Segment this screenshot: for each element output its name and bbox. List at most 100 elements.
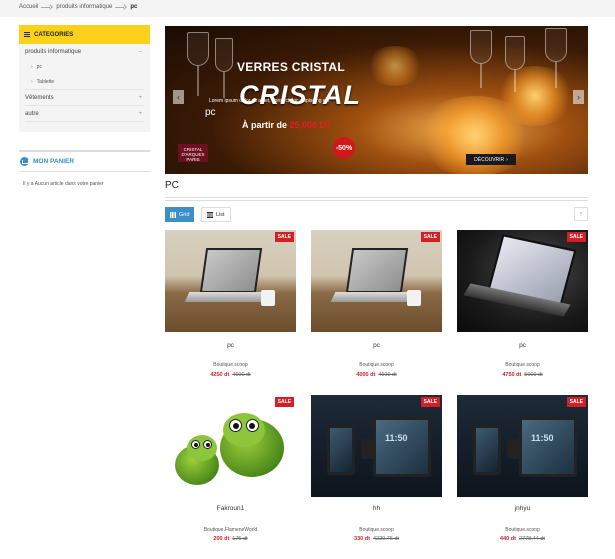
sale-badge: SALE bbox=[274, 232, 294, 242]
grid-icon bbox=[170, 211, 176, 218]
sale-badge: SALE bbox=[274, 397, 294, 407]
list-view-button[interactable]: List bbox=[201, 207, 231, 222]
product-card[interactable]: SALE Fakroun1 Boutique.FlameneWorld 200 … bbox=[165, 395, 296, 542]
product-card[interactable]: SALE pc Boutique.scoop 4000 dt 4600 dt bbox=[311, 230, 442, 378]
cart-empty-message: Il y a Aucun article dans votre panier bbox=[23, 181, 104, 187]
category-label[interactable]: produits informatique bbox=[25, 49, 81, 55]
slide-subtitle: Lorem ipsum dolor sit amet, consectetur … bbox=[209, 98, 330, 104]
breadcrumb: Accueil produits informatique pc bbox=[19, 4, 137, 10]
product-image[interactable]: 11:50 SALE bbox=[457, 395, 588, 497]
product-price: 4250 dt 4600 dt bbox=[165, 372, 296, 378]
grid-view-button[interactable]: Grid bbox=[165, 207, 195, 222]
cart-icon bbox=[20, 157, 29, 166]
brand-logo: CRISTAL D'ARQUES PARIS bbox=[178, 144, 208, 162]
banner-price: À partir de 25,000 DT bbox=[242, 120, 332, 130]
page-title: PC bbox=[165, 180, 179, 191]
product-image[interactable]: SALE bbox=[457, 230, 588, 332]
subcategory-item-pc[interactable]: pc bbox=[25, 60, 144, 75]
discover-button[interactable]: DÉCOUVRIR › bbox=[466, 154, 516, 165]
old-price: 4600 dt bbox=[378, 372, 397, 378]
old-price: 5000 dt bbox=[524, 372, 543, 378]
banner-price-value: 25,000 DT bbox=[289, 120, 332, 130]
product-name[interactable]: pc bbox=[165, 342, 296, 349]
category-label[interactable]: Vêtements bbox=[25, 95, 54, 101]
product-price: 330 dt 4220.76 dt bbox=[311, 536, 442, 542]
discount-badge: -50% bbox=[333, 137, 355, 159]
divider bbox=[165, 200, 588, 201]
old-price: 2778.44 dt bbox=[518, 536, 545, 542]
current-price: 4000 dt bbox=[356, 372, 376, 378]
category-item-informatique[interactable]: produits informatique – bbox=[25, 44, 144, 60]
product-shop[interactable]: Boutique.scoop bbox=[165, 362, 296, 368]
old-price: 4220.76 dt bbox=[372, 536, 399, 542]
current-price: 200 dt bbox=[213, 536, 230, 542]
product-name[interactable]: pc bbox=[311, 342, 442, 349]
divider bbox=[165, 197, 588, 198]
sale-badge: SALE bbox=[420, 397, 440, 407]
categories-header: CATEGORIES bbox=[19, 25, 150, 44]
old-price: 175 dt bbox=[232, 536, 248, 542]
chevron-right-icon bbox=[41, 5, 53, 10]
arrow-up-icon[interactable]: ↑ bbox=[574, 207, 588, 221]
category-label[interactable]: autre bbox=[25, 111, 39, 117]
product-name[interactable]: Fakroun1 bbox=[165, 505, 296, 512]
category-item-vetements[interactable]: Vêtements + bbox=[25, 90, 144, 106]
product-image[interactable]: SALE bbox=[165, 395, 296, 497]
sale-badge: SALE bbox=[566, 232, 586, 242]
product-price: 200 dt 175 dt bbox=[165, 536, 296, 542]
product-price: 4000 dt 4600 dt bbox=[311, 372, 442, 378]
product-shop[interactable]: Boutique.scoop bbox=[311, 362, 442, 368]
sale-badge: SALE bbox=[566, 397, 586, 407]
grid-label[interactable]: Grid bbox=[179, 212, 189, 218]
product-name[interactable]: jnhyu bbox=[457, 505, 588, 512]
cart-title[interactable]: MON PANIER bbox=[33, 158, 74, 165]
categories-panel: CATEGORIES produits informatique – pc Ta… bbox=[19, 25, 150, 132]
product-shop[interactable]: Boutique.scoop bbox=[457, 527, 588, 533]
breadcrumb-category[interactable]: produits informatique bbox=[56, 4, 112, 10]
product-card[interactable]: 11:50 SALE jnhyu Boutique.scoop 440 dt 27… bbox=[457, 395, 588, 542]
list-label[interactable]: List bbox=[216, 212, 225, 218]
product-shop[interactable]: Boutique.scoop bbox=[457, 362, 588, 368]
product-name[interactable]: pc bbox=[457, 342, 588, 349]
cart-header[interactable]: MON PANIER bbox=[19, 150, 150, 172]
product-shop[interactable]: Boutique.FlameneWorld bbox=[165, 527, 296, 533]
product-card[interactable]: 11:50 SALE hh Boutique.scoop 330 dt 4220.… bbox=[311, 395, 442, 542]
menu-icon bbox=[24, 32, 30, 37]
breadcrumb-bar: Accueil produits informatique pc bbox=[0, 0, 615, 17]
expand-icon[interactable]: + bbox=[138, 90, 142, 106]
categories-title: CATEGORIES bbox=[34, 31, 74, 38]
collapse-icon[interactable]: – bbox=[139, 44, 142, 60]
category-item-autre[interactable]: autre + bbox=[25, 106, 144, 122]
promo-banner[interactable]: VERRES CRISTAL CRISTAL pc Lorem ipsum do… bbox=[165, 26, 588, 174]
current-price: 4750 dt bbox=[502, 372, 522, 378]
product-card[interactable]: SALE pc Boutique.scoop 4250 dt 4600 dt bbox=[165, 230, 296, 378]
product-shop[interactable]: Boutique.scoop bbox=[311, 527, 442, 533]
old-price: 4600 dt bbox=[232, 372, 251, 378]
slide-label: pc bbox=[205, 107, 216, 118]
product-image[interactable]: SALE bbox=[311, 230, 442, 332]
product-price: 4750 dt 5000 dt bbox=[457, 372, 588, 378]
view-toolbar: Grid List ↑ bbox=[165, 206, 588, 223]
banner-price-prefix: À partir de bbox=[242, 120, 288, 130]
product-image[interactable]: SALE bbox=[165, 230, 296, 332]
slider-next-icon[interactable]: › bbox=[573, 90, 584, 104]
breadcrumb-current: pc bbox=[130, 4, 138, 10]
expand-icon[interactable]: + bbox=[138, 106, 142, 122]
banner-big-text: CRISTAL bbox=[239, 80, 361, 110]
product-card[interactable]: SALE pc Boutique.scoop 4750 dt 5000 dt bbox=[457, 230, 588, 378]
product-price: 440 dt 2778.44 dt bbox=[457, 536, 588, 542]
current-price: 440 dt bbox=[500, 536, 516, 542]
discover-label[interactable]: DÉCOUVRIR bbox=[474, 157, 504, 163]
chevron-right-icon bbox=[115, 5, 127, 10]
sale-badge: SALE bbox=[420, 232, 440, 242]
product-name[interactable]: hh bbox=[311, 505, 442, 512]
slider-prev-icon[interactable]: ‹ bbox=[173, 90, 184, 104]
current-price: 330 dt bbox=[354, 536, 370, 542]
banner-headline: VERRES CRISTAL bbox=[237, 60, 345, 74]
current-price: 4250 dt bbox=[210, 372, 230, 378]
list-icon bbox=[207, 211, 213, 218]
product-image[interactable]: 11:50 SALE bbox=[311, 395, 442, 497]
breadcrumb-home[interactable]: Accueil bbox=[19, 4, 38, 10]
subcategory-item-tablette[interactable]: Tablette bbox=[25, 75, 144, 90]
chevron-right-icon: › bbox=[506, 156, 508, 163]
